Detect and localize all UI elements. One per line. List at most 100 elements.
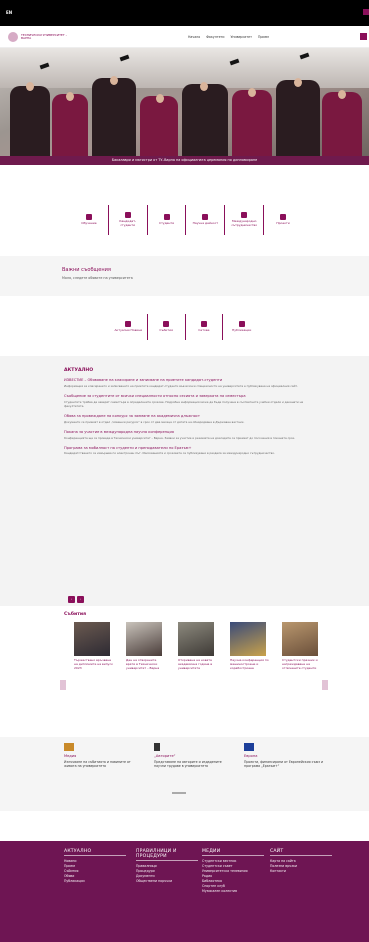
event-card[interactable]: Ден на отворените врати в Технически уни… (126, 622, 166, 670)
main-menu: Начало Факултети Университет Прием (188, 35, 269, 39)
event-title: Откриване на новата академична година в … (178, 658, 213, 671)
quick-link[interactable]: Сетове (186, 314, 224, 340)
event-image (178, 622, 214, 656)
event-image (282, 622, 318, 656)
quick-link[interactable]: Научна дейност (186, 205, 226, 235)
slider-dots[interactable] (172, 792, 186, 794)
menu-item[interactable]: Университет (230, 35, 251, 39)
site-footer: АКТУАЛНО Новини Прием Събития Обяви Публ… (0, 841, 369, 942)
footer-link[interactable]: Музикален колектив (202, 889, 264, 894)
logo-text: ТЕХНИЧЕСКИ УНИВЕРСИТЕТ – ВАРНА (21, 32, 68, 40)
news-pager: ‹ › (68, 596, 84, 603)
news-item: Обява за провеждане на конкурс за заеман… (64, 414, 308, 424)
quick-link[interactable]: Актуални Новини (110, 314, 148, 340)
news-headline[interactable]: Обява за провеждане на конкурс за заеман… (64, 414, 308, 419)
news-excerpt: Студентите трябва да заверят семестъра в… (64, 399, 304, 408)
carousel-prev-button[interactable] (60, 680, 66, 690)
publication-icon (238, 321, 245, 328)
news-item: Програма за мобилност на студенти и преп… (64, 446, 308, 456)
graduate-head (338, 90, 346, 99)
news-list: ИЗВЕСТИЕ – Обявяване на класиране и запи… (64, 378, 308, 462)
events-carousel: Тържествено връчване на дипломите на вип… (74, 622, 334, 670)
pen-icon (154, 743, 160, 751)
menu-toggle-button[interactable] (360, 33, 367, 40)
info-block[interactable]: Медия Излъчване на събитията и новините … (64, 743, 144, 769)
prev-page-button[interactable]: ‹ (68, 596, 75, 603)
menu-item[interactable]: Факултети (206, 35, 224, 39)
news-item: ИЗВЕСТИЕ – Обявяване на класиране и запи… (64, 378, 308, 388)
news-item: Съобщение за студентите от всички специа… (64, 394, 308, 408)
graduate-head (248, 88, 256, 97)
announcement-band: Важни съобщения Моля, следете обявите на… (0, 256, 369, 296)
event-image (74, 622, 110, 656)
quick-link[interactable]: Събития (148, 314, 186, 340)
graduate-head (200, 82, 208, 91)
news-headline[interactable]: ИЗВЕСТИЕ – Обявяване на класиране и запи… (64, 378, 308, 383)
info-strip: Медия Излъчване на събитията и новините … (0, 737, 369, 811)
event-card[interactable]: Научна конференция по машиностроене и ко… (230, 622, 270, 670)
footer-column: АКТУАЛНО Новини Прием Събития Обяви Публ… (64, 849, 126, 884)
news-excerpt: Конференцията ще се проведе в Технически… (64, 435, 296, 440)
graduate-figure (140, 96, 178, 156)
event-title: Научна конференция по машиностроене и ко… (230, 658, 269, 671)
hero-caption: Бакалаври и магистри от ТУ–Варна на офиц… (0, 156, 369, 165)
quick-link[interactable]: Проекти (264, 205, 302, 235)
site-logo[interactable]: ТЕХНИЧЕСКИ УНИВЕРСИТЕТ – ВАРНА (8, 32, 77, 42)
footer-column: ПРАВИЛНИЦИ И ПРОЦЕДУРИ Правилници Процед… (136, 849, 198, 884)
next-page-button[interactable]: › (77, 596, 84, 603)
quick-link[interactable]: Обучение (70, 205, 109, 235)
news-headline[interactable]: Програма за мобилност на студенти и преп… (64, 446, 308, 451)
event-card[interactable]: Студентски празник и награждаване на отл… (282, 622, 322, 670)
news-icon (125, 321, 132, 328)
carousel-next-button[interactable] (322, 680, 328, 690)
footer-column: МЕДИИ Студентски вестник Студентски съве… (202, 849, 264, 894)
people-icon (200, 321, 207, 328)
event-card[interactable]: Тържествено връчване на дипломите на вип… (74, 622, 114, 670)
footer-link[interactable]: Публикации (64, 879, 126, 884)
info-block[interactable]: „Авторите“ Представяне на авторите и изд… (154, 743, 234, 769)
quick-link[interactable]: Кандидат-студенти (109, 205, 148, 235)
news-item: Покана за участие в международна научна … (64, 430, 308, 440)
footer-column: САЙТ Карта на сайта Полезни връзки Конта… (270, 849, 332, 874)
hero-image (0, 48, 369, 156)
secondary-links: Актуални Новини Събития Сетове Публикаци… (110, 314, 260, 340)
event-image (230, 622, 266, 656)
footer-link[interactable]: Контакти (270, 869, 332, 874)
menu-item[interactable]: Начало (188, 35, 200, 39)
news-headline[interactable]: Съобщение за студентите от всички специа… (64, 394, 308, 399)
flag-icon[interactable] (363, 9, 369, 15)
graduate-head (66, 92, 74, 101)
quick-links: Обучение Кандидат-студенти Студенти Науч… (70, 205, 302, 235)
graduate-figure (92, 78, 136, 156)
menu-item[interactable]: Прием (258, 35, 269, 39)
student-icon (124, 212, 131, 219)
calendar-icon (163, 321, 170, 328)
quick-link[interactable]: Публикации (223, 314, 260, 340)
graduation-icon (85, 214, 92, 221)
graduate-figure (232, 90, 272, 156)
news-excerpt: Информация за класирането и записването … (64, 383, 298, 388)
event-title: Студентски празник и награждаване на отл… (282, 658, 318, 671)
event-card[interactable]: Откриване на новата академична година в … (178, 622, 218, 670)
media-icon (64, 743, 74, 751)
graduate-head (110, 76, 118, 85)
news-headline[interactable]: Покана за участие в международна научна … (64, 430, 308, 435)
graduate-figure (276, 80, 320, 156)
graduate-head (156, 94, 164, 103)
section-title: Събития (64, 612, 87, 617)
book-icon (202, 214, 209, 221)
info-block[interactable]: Европа Проекти, финансирани от Европейск… (244, 743, 324, 769)
section-subtitle: Моля, следете обявите на университета (62, 276, 133, 280)
graduate-head (26, 82, 34, 91)
footer-link[interactable]: Обществени поръчки (136, 879, 198, 884)
quick-link[interactable]: Международно сътрудничество (225, 205, 265, 235)
news-section: АКТУАЛНО ИЗВЕСТИЕ – Обявяване на класира… (0, 356, 369, 606)
events-section: Събития Тържествено връчване на дипломит… (0, 606, 369, 726)
graduate-figure (182, 84, 228, 156)
quick-link[interactable]: Студенти (148, 205, 187, 235)
top-bar: EN (0, 0, 369, 26)
language-switch[interactable]: EN (6, 10, 12, 15)
event-title: Тържествено връчване на дипломите на вип… (74, 658, 113, 671)
seal-icon (8, 32, 18, 42)
section-title: Важни съобщения (62, 267, 111, 273)
